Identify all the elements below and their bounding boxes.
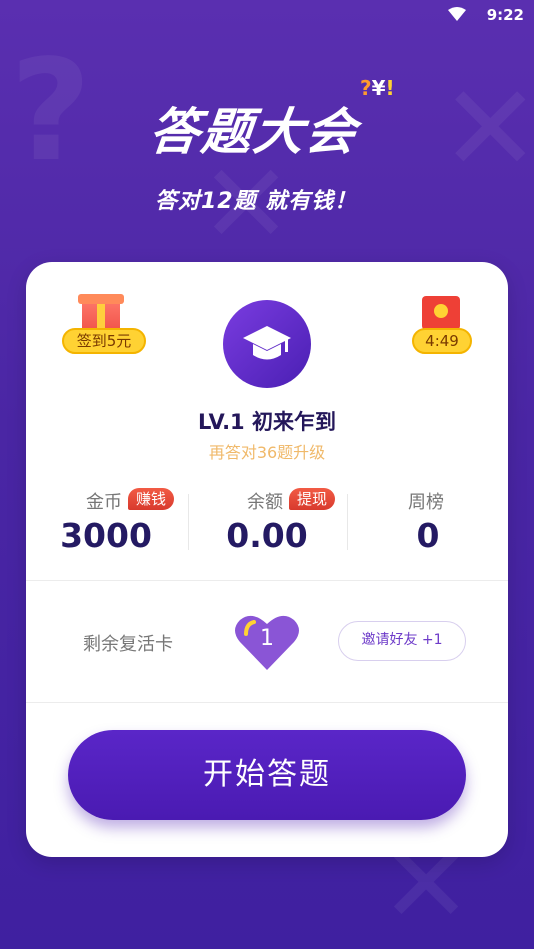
title-decoration-icon: ?¥! (360, 76, 395, 100)
weekly-rank-value: 0 (416, 516, 440, 555)
revive-card-label: 剩余复活卡 (83, 634, 173, 655)
background-question-mark: ? (10, 30, 92, 193)
red-envelope-button[interactable]: 4:49 (410, 294, 474, 358)
balance-value: 0.00 (226, 516, 308, 555)
revive-card-heart-icon: 1 (234, 612, 300, 672)
balance-label: 余额 (247, 492, 283, 513)
weekly-rank-label: 周榜 (408, 492, 444, 513)
main-card: 签到5元 4:49 LV.1 初来乍到 再答对36题升级 金币 赚钱 3000 … (26, 262, 508, 857)
background-cross-shape: ✕ (440, 60, 534, 199)
red-envelope-seal (434, 304, 448, 318)
app-title: 答题大会 (146, 103, 361, 161)
weekly-rank-stat[interactable]: 周榜 0 (348, 484, 508, 555)
coins-stat: 金币 赚钱 3000 (26, 484, 186, 555)
section-divider (26, 580, 508, 581)
level-hint: 再答对36题升级 (208, 443, 326, 462)
coins-value: 3000 (60, 516, 152, 555)
section-divider-2 (26, 702, 508, 703)
earn-tag-button[interactable]: 赚钱 (128, 488, 175, 510)
graduation-cap-icon (243, 326, 291, 360)
red-envelope-timer: 4:49 (412, 328, 472, 354)
checkin-button[interactable]: 签到5元 (62, 294, 148, 358)
gift-lid (78, 294, 124, 304)
revive-card-count: 1 (260, 626, 274, 651)
invite-friends-button[interactable]: 邀请好友 +1 (338, 621, 466, 661)
stats-row: 金币 赚钱 3000 余额 提现 0.00 周榜 0 (26, 484, 508, 555)
avatar (223, 300, 311, 388)
coins-label: 金币 (86, 492, 122, 513)
level-title: LV.1 初来乍到 (198, 410, 336, 434)
app-subtitle: 答对12题 就有钱！ (155, 189, 358, 214)
wifi-icon (448, 7, 466, 21)
start-quiz-button[interactable]: 开始答题 (68, 730, 466, 820)
balance-stat: 余额 提现 0.00 (187, 484, 347, 555)
withdraw-tag-button[interactable]: 提现 (289, 488, 336, 510)
checkin-label: 签到5元 (62, 328, 146, 354)
status-bar: 9:22 (0, 0, 534, 30)
status-time: 9:22 (486, 6, 524, 24)
